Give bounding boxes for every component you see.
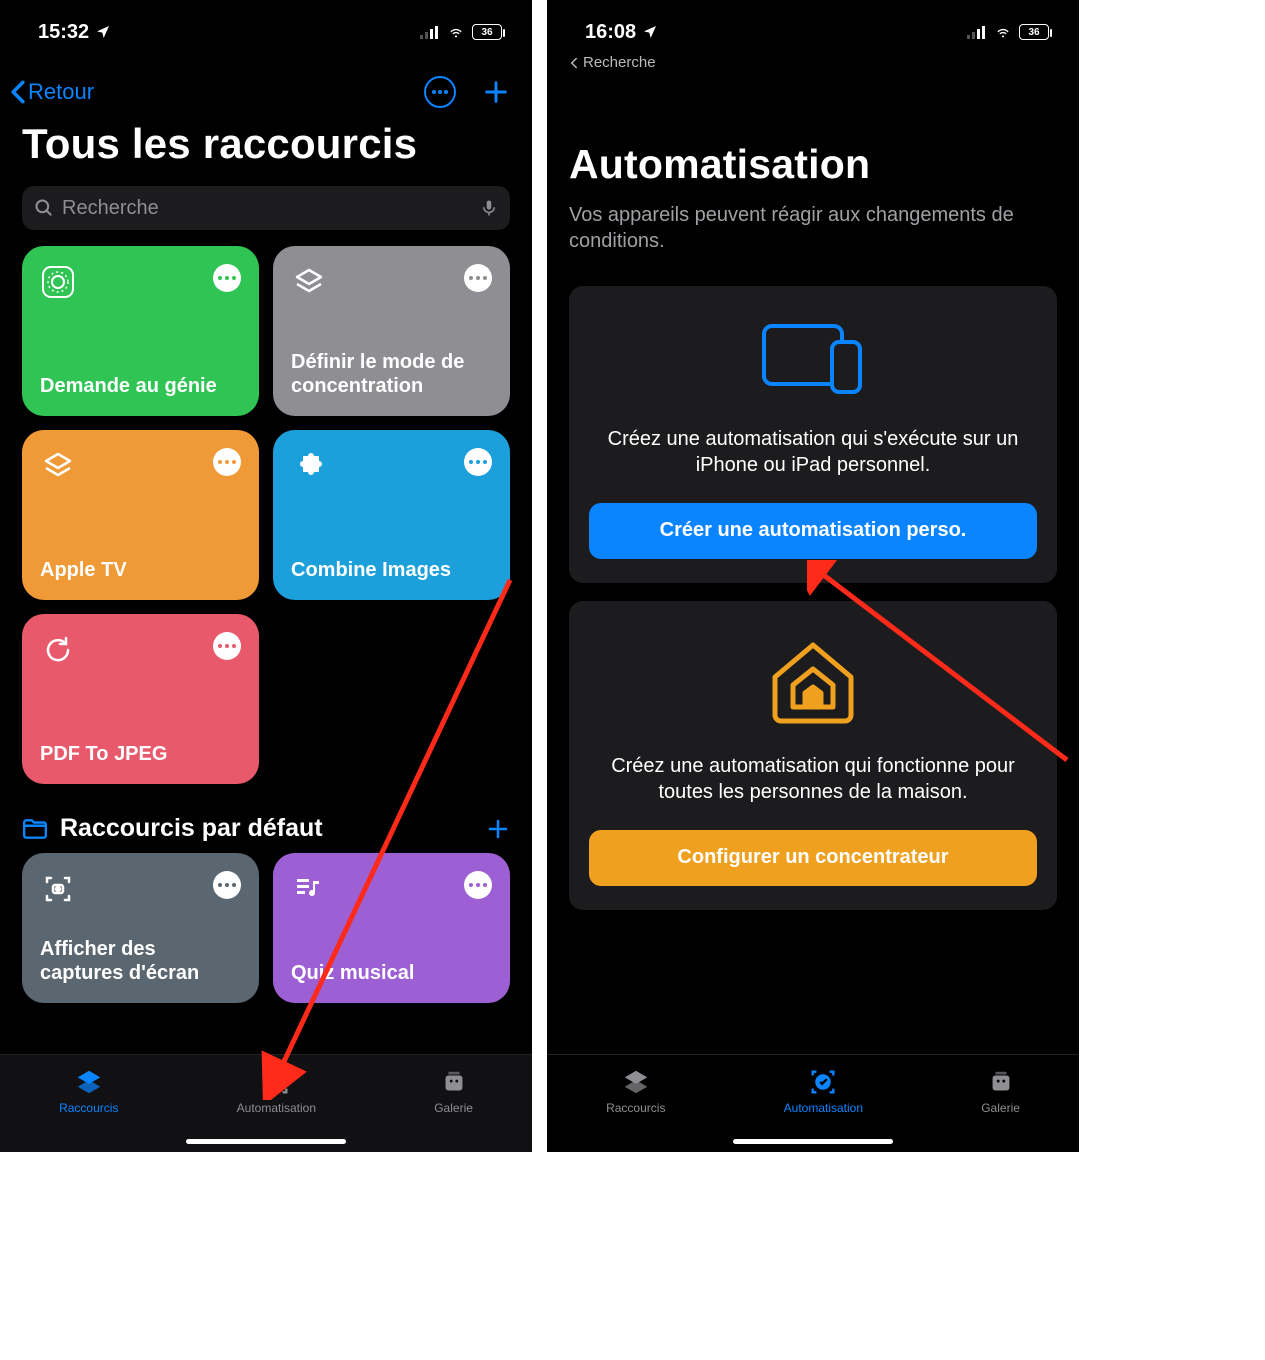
refresh-icon — [40, 632, 76, 668]
layers-icon — [40, 448, 76, 484]
status-bar: 15:32 36 — [0, 0, 532, 50]
battery-icon: 36 — [1019, 24, 1049, 40]
puzzle-icon — [291, 448, 327, 484]
battery-icon: 36 — [472, 24, 502, 40]
card-label: Apple TV — [40, 558, 241, 582]
card-label: Combine Images — [291, 558, 492, 582]
tab-shortcuts[interactable]: Raccourcis — [606, 1067, 665, 1115]
folder-icon — [22, 818, 48, 840]
tab-label: Raccourcis — [606, 1101, 665, 1115]
music-list-icon — [291, 871, 327, 907]
shortcut-card[interactable]: Combine Images — [273, 430, 510, 600]
screenshot-icon — [40, 871, 76, 907]
card-menu-icon[interactable] — [464, 264, 492, 292]
left-phone: 15:32 36 Retour To — [0, 0, 532, 1152]
location-icon — [95, 24, 111, 40]
home-icon — [589, 635, 1037, 725]
right-phone: 16:08 36 Recherche Automatisation Vos ap… — [547, 0, 1079, 1152]
card-menu-icon[interactable] — [213, 632, 241, 660]
shortcut-grid: Demande au génie Définir le mode de conc… — [0, 246, 532, 784]
shortcut-card[interactable]: Définir le mode de concentration — [273, 246, 510, 416]
tab-gallery[interactable]: Galerie — [981, 1067, 1020, 1115]
search-bar[interactable] — [22, 186, 510, 230]
tab-gallery[interactable]: Galerie — [434, 1067, 473, 1115]
shortcut-card[interactable]: Quiz musical — [273, 853, 510, 1003]
shortcut-card[interactable]: PDF To JPEG — [22, 614, 259, 784]
wifi-icon — [446, 24, 466, 40]
card-menu-icon[interactable] — [464, 448, 492, 476]
section-header: Raccourcis par défaut — [0, 784, 532, 853]
card-label: PDF To JPEG — [40, 742, 241, 766]
genie-icon — [40, 264, 76, 300]
card-menu-icon[interactable] — [464, 871, 492, 899]
card-label: Quiz musical — [291, 961, 492, 985]
back-label: Retour — [28, 79, 94, 105]
shortcut-card[interactable]: Demande au génie — [22, 246, 259, 416]
card-label: Définir le mode de concentration — [291, 350, 492, 398]
layers-icon — [291, 264, 327, 300]
add-button[interactable] — [482, 78, 510, 106]
page-subtitle: Vos appareils peuvent réagir aux changem… — [547, 202, 1079, 254]
home-automation-card: Créez une automatisation qui fonctionne … — [569, 601, 1057, 910]
breadcrumb-label: Recherche — [583, 54, 656, 71]
tab-label: Galerie — [434, 1101, 473, 1115]
mic-icon[interactable] — [480, 197, 498, 219]
home-indicator[interactable] — [733, 1139, 893, 1144]
tab-label: Automatisation — [237, 1101, 316, 1115]
configure-hub-button[interactable]: Configurer un concentrateur — [589, 830, 1037, 886]
card-menu-icon[interactable] — [213, 264, 241, 292]
page-title: Automatisation — [547, 71, 1079, 202]
card-menu-icon[interactable] — [213, 448, 241, 476]
tab-bar: Raccourcis Automatisation Galerie — [0, 1054, 532, 1152]
nav-bar: Retour — [0, 50, 532, 118]
wifi-icon — [993, 24, 1013, 40]
default-shortcut-grid: Afficher des captures d'écran Quiz music… — [0, 853, 532, 1003]
tab-label: Raccourcis — [59, 1101, 118, 1115]
home-desc: Créez une automatisation qui fonctionne … — [589, 753, 1037, 806]
back-button[interactable]: Retour — [10, 79, 94, 105]
card-label: Afficher des captures d'écran — [40, 937, 241, 985]
tab-automation[interactable]: Automatisation — [237, 1067, 316, 1115]
section-add-button[interactable] — [486, 817, 510, 841]
tab-label: Galerie — [981, 1101, 1020, 1115]
search-input[interactable] — [62, 197, 472, 220]
status-bar: 16:08 36 — [547, 0, 1079, 50]
create-personal-automation-button[interactable]: Créer une automatisation perso. — [589, 503, 1037, 559]
cellular-icon — [967, 25, 987, 39]
more-button[interactable] — [424, 76, 456, 108]
status-time: 15:32 — [38, 21, 89, 44]
tab-label: Automatisation — [784, 1101, 863, 1115]
home-indicator[interactable] — [186, 1139, 346, 1144]
tab-shortcuts[interactable]: Raccourcis — [59, 1067, 118, 1115]
devices-icon — [589, 320, 1037, 398]
personal-desc: Créez une automatisation qui s'exécute s… — [589, 426, 1037, 479]
card-menu-icon[interactable] — [213, 871, 241, 899]
status-time: 16:08 — [585, 21, 636, 44]
tab-bar: Raccourcis Automatisation Galerie — [547, 1054, 1079, 1152]
page-title: Tous les raccourcis — [0, 118, 532, 182]
section-title: Raccourcis par défaut — [60, 814, 323, 843]
cellular-icon — [420, 25, 440, 39]
location-icon — [642, 24, 658, 40]
tab-automation[interactable]: Automatisation — [784, 1067, 863, 1115]
card-label: Demande au génie — [40, 374, 241, 398]
search-icon — [34, 198, 54, 218]
shortcut-card[interactable]: Afficher des captures d'écran — [22, 853, 259, 1003]
shortcut-card[interactable]: Apple TV — [22, 430, 259, 600]
personal-automation-card: Créez une automatisation qui s'exécute s… — [569, 286, 1057, 583]
breadcrumb[interactable]: Recherche — [547, 50, 1079, 71]
